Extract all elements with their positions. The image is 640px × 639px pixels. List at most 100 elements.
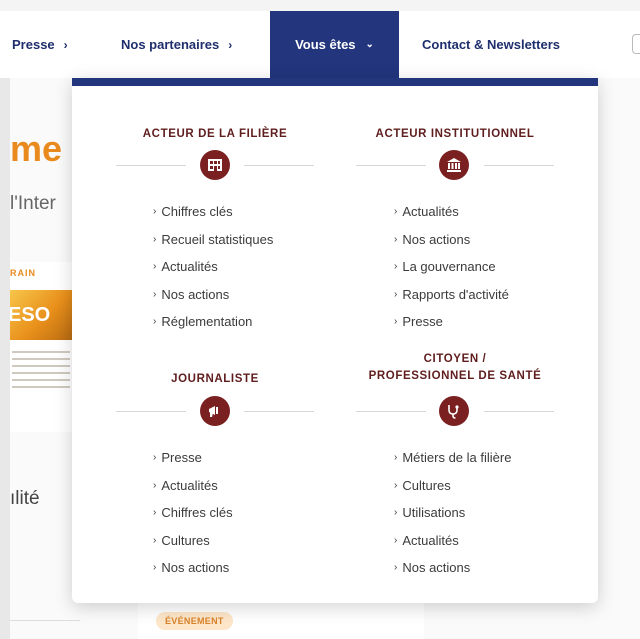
link-label: Actualités	[161, 259, 218, 275]
chevron-right-icon: ›	[153, 206, 157, 218]
sunflower-picture: ESO	[10, 290, 72, 340]
link-la-gouvernance[interactable]: › La gouvernance	[394, 253, 509, 281]
chevron-right-icon: ›	[394, 479, 398, 491]
link-label: Cultures	[161, 532, 210, 548]
chevron-right-icon: ›	[394, 562, 398, 574]
link-label: Chiffres clés	[161, 505, 233, 521]
nav-label: Contact & Newsletters	[422, 37, 560, 52]
section-divider	[484, 411, 554, 412]
link-rapports-activite[interactable]: › Rapports d'activité	[394, 281, 509, 309]
divider	[10, 620, 80, 621]
link-nos-actions[interactable]: › Nos actions	[394, 554, 511, 582]
link-cultures[interactable]: › Cultures	[394, 472, 511, 500]
link-label: Nos actions	[402, 231, 471, 247]
chevron-right-icon: ›	[153, 562, 157, 574]
stethoscope-icon	[439, 396, 469, 426]
link-list-acteur-filiere: › Chiffres clés › Recueil statistiques › Ac…	[153, 198, 273, 336]
cover-heading: RAIN	[10, 268, 36, 278]
link-label: Actualités	[402, 204, 459, 220]
link-utilisations[interactable]: › Utilisations	[394, 499, 511, 527]
link-label: Nos actions	[161, 286, 230, 302]
page-title-fragment: me	[10, 128, 63, 169]
chevron-right-icon: ›	[153, 507, 157, 519]
link-actualites[interactable]: › Actualités	[394, 527, 511, 555]
link-cultures[interactable]: › Cultures	[153, 527, 233, 555]
vous-etes-dropdown: ACTEUR DE LA FILIÈRE › Chiffres clés › Rec…	[72, 78, 598, 603]
chevron-right-icon: ›	[153, 452, 157, 464]
link-actualites[interactable]: › Actualités	[394, 198, 509, 226]
link-recueil-statistiques[interactable]: › Recueil statistiques	[153, 226, 273, 254]
chevron-right-icon: ›	[394, 261, 398, 273]
chevron-right-icon: ›	[228, 37, 233, 52]
chevron-right-icon: ›	[63, 37, 68, 52]
institution-icon	[439, 150, 469, 180]
building-icon	[200, 150, 230, 180]
megaphone-icon	[200, 396, 230, 426]
link-actualites[interactable]: › Actualités	[153, 253, 273, 281]
link-label: Cultures	[402, 477, 451, 493]
link-label: Presse	[161, 450, 202, 466]
link-metiers-filiere[interactable]: › Métiers de la filière	[394, 444, 511, 472]
section-divider	[356, 411, 426, 412]
page-subtitle-fragment: l'Inter	[10, 193, 56, 214]
event-badge: ÉVÉNEMENT	[156, 612, 233, 630]
chevron-right-icon: ›	[394, 288, 398, 300]
nav-label: Nos partenaires	[121, 37, 220, 52]
link-label: Rapports d'activité	[402, 286, 509, 302]
link-label: Actualités	[402, 532, 459, 548]
link-actualites[interactable]: › Actualités	[153, 472, 233, 500]
link-list-acteur-institutionnel: › Actualités › Nos actions › La gouvernance…	[394, 198, 509, 336]
nav-overflow-button[interactable]	[632, 34, 640, 54]
link-label: La gouvernance	[402, 259, 496, 275]
chevron-right-icon: ›	[394, 233, 398, 245]
link-nos-actions[interactable]: › Nos actions	[153, 554, 233, 582]
chevron-right-icon: ›	[394, 534, 398, 546]
section-divider	[116, 165, 186, 166]
cover-title: ESO	[10, 304, 51, 326]
nav-item-contact[interactable]: Contact & Newsletters	[422, 11, 560, 78]
link-label: Utilisations	[402, 505, 466, 521]
section-title-journaliste: JOURNALISTE	[171, 373, 259, 385]
link-label: Presse	[402, 314, 443, 330]
link-presse[interactable]: › Presse	[153, 444, 233, 472]
link-chiffres-cles[interactable]: › Chiffres clés	[153, 198, 273, 226]
link-label: Métiers de la filière	[402, 450, 512, 466]
publication-cover-image[interactable]: RAIN ESO	[10, 262, 72, 432]
section-title-acteur-filiere: ACTEUR DE LA FILIÈRE	[142, 128, 288, 140]
link-nos-actions[interactable]: › Nos actions	[153, 281, 273, 309]
section-title-citoyen: CITOYEN / PROFESSIONNEL DE SANTÉ	[350, 351, 560, 385]
section-divider	[244, 165, 314, 166]
link-label: Actualités	[161, 477, 218, 493]
chevron-right-icon: ›	[153, 261, 157, 273]
chevron-right-icon: ›	[153, 479, 157, 491]
section-title-line: CITOYEN /	[423, 353, 487, 365]
nav-item-presse[interactable]: Presse ›	[12, 11, 68, 78]
link-label: Nos actions	[402, 560, 471, 576]
section-divider	[116, 411, 186, 412]
nav-item-partenaires[interactable]: Nos partenaires ›	[121, 11, 232, 78]
link-nos-actions[interactable]: › Nos actions	[394, 226, 509, 254]
link-presse[interactable]: › Presse	[394, 308, 509, 336]
chevron-right-icon: ›	[394, 206, 398, 218]
nav-label: Presse	[12, 37, 55, 52]
link-chiffres-cles[interactable]: › Chiffres clés	[153, 499, 233, 527]
chevron-down-icon: ⌄	[365, 39, 374, 50]
nav-item-vous-etes[interactable]: Vous êtes ⌄	[270, 11, 399, 78]
chevron-right-icon: ›	[394, 316, 398, 328]
chevron-right-icon: ›	[153, 288, 157, 300]
link-label: Nos actions	[161, 560, 230, 576]
chevron-right-icon: ›	[153, 233, 157, 245]
link-label: Chiffres clés	[161, 204, 233, 220]
section-title-acteur-institutionnel: ACTEUR INSTITUTIONNEL	[375, 128, 535, 140]
link-reglementation[interactable]: › Réglementation	[153, 308, 273, 336]
chevron-right-icon: ›	[153, 534, 157, 546]
chevron-right-icon: ›	[394, 452, 398, 464]
chevron-right-icon: ›	[394, 507, 398, 519]
section-title-line: PROFESSIONNEL DE SANTÉ	[368, 370, 542, 382]
link-label: Recueil statistiques	[161, 231, 274, 247]
page-left-strip	[0, 78, 10, 639]
nav-label: Vous êtes	[295, 37, 356, 52]
section-divider	[356, 165, 426, 166]
chevron-right-icon: ›	[153, 316, 157, 328]
link-list-journaliste: › Presse › Actualités › Chiffres clés › Cult…	[153, 444, 233, 582]
